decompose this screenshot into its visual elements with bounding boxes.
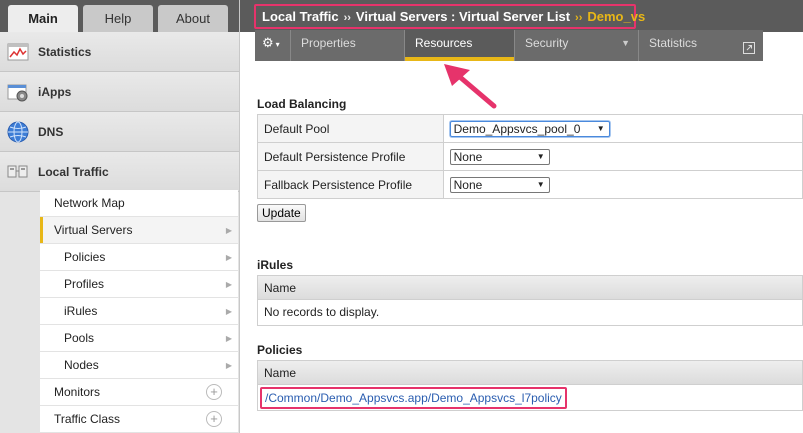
irules-name-column-header[interactable]: Name	[258, 276, 802, 300]
nav-section-statistics[interactable]: Statistics	[0, 32, 239, 72]
irules-title: iRules	[257, 258, 294, 272]
sidebar-item-label: Profiles	[64, 277, 105, 291]
load-balancing-table: Default Pool Demo_Appsvcs_pool_0 ▼ Defaul…	[257, 114, 803, 199]
sidebar-item-nodes[interactable]: Nodes ▶	[40, 352, 238, 379]
tab-label: Resources	[415, 36, 473, 50]
chevron-right-icon: ▶	[225, 226, 232, 235]
fallback-persistence-profile-select[interactable]: None ▼	[449, 176, 550, 193]
table-row: /Common/Demo_Appsvcs.app/Demo_Appsvcs_l7…	[258, 385, 802, 410]
external-link-icon	[743, 37, 755, 63]
nav-section-iapps[interactable]: iApps	[0, 72, 239, 112]
sidebar-item-label: Nodes	[64, 358, 99, 372]
tab-main[interactable]: Main	[8, 5, 78, 32]
add-icon[interactable]: +	[206, 411, 222, 427]
top-tabs: Main Help About	[0, 0, 239, 32]
local-traffic-submenu: Network Map Virtual Servers ▶ Policies ▶ Prof…	[40, 190, 238, 433]
chevron-right-icon: ▶	[225, 280, 232, 289]
chevron-right-icon: ▶	[225, 307, 232, 316]
tab-resources[interactable]: Resources	[405, 30, 515, 61]
table-row: Default Pool Demo_Appsvcs_pool_0 ▼	[257, 114, 803, 143]
chevron-right-icon: ▶	[225, 334, 232, 343]
sidebar-item-label: iRules	[64, 304, 98, 318]
sidebar-item-irules[interactable]: iRules ▶	[40, 298, 238, 325]
select-value: Demo_Appsvcs_pool_0	[453, 121, 581, 136]
table-row: Default Persistence Profile None ▼	[257, 142, 803, 171]
breadcrumb-local-traffic[interactable]: Local Traffic	[262, 9, 339, 24]
update-button[interactable]: Update	[257, 204, 306, 222]
sidebar-item-label: Virtual Servers	[54, 223, 133, 237]
chevron-down-icon: ▼	[536, 179, 545, 189]
tab-label: Security	[525, 36, 569, 50]
sidebar-item-label: Network Map	[54, 196, 125, 210]
gear-menu-button[interactable]: ⚙ ▾	[255, 30, 291, 61]
nav-section-label: DNS	[38, 124, 64, 139]
breadcrumb-separator: ››	[343, 12, 351, 24]
header-bar: Local Traffic ›› Virtual Servers : Virtual…	[240, 0, 803, 32]
default-pool-label: Default Pool	[257, 114, 444, 143]
iapps-icon	[6, 80, 30, 104]
annotation-arrow	[444, 64, 497, 109]
chevron-right-icon: ▶	[225, 253, 232, 262]
chevron-down-icon: ▼	[596, 123, 605, 133]
breadcrumb-current: Demo_vs	[587, 9, 646, 24]
resource-tab-bar: ⚙ ▾ Properties Resources Security ▼ Statis…	[255, 30, 763, 61]
sidebar-item-profiles[interactable]: Profiles ▶	[40, 271, 238, 298]
sidebar-item-label: Monitors	[54, 385, 101, 399]
tab-properties[interactable]: Properties	[291, 30, 405, 61]
tab-statistics[interactable]: Statistics	[639, 30, 763, 61]
sidebar-item-network-map[interactable]: Network Map	[40, 190, 238, 217]
irules-table: Name No records to display.	[257, 275, 803, 326]
left-navigation-panel: Main Help About Statistics iApps DNS Loc…	[0, 0, 240, 433]
tab-about[interactable]: About	[158, 5, 228, 32]
sidebar-item-pools[interactable]: Pools ▶	[40, 325, 238, 352]
sidebar-item-monitors[interactable]: Monitors +	[40, 379, 238, 406]
irules-empty-row: No records to display.	[258, 300, 802, 325]
nav-section-label: Local Traffic	[38, 164, 109, 179]
policies-title: Policies	[257, 343, 303, 357]
breadcrumb: Local Traffic ›› Virtual Servers : Virtual…	[254, 4, 645, 29]
nav-section-label: iApps	[38, 84, 72, 99]
table-row: Fallback Persistence Profile None ▼	[257, 170, 803, 199]
default-persistence-profile-select[interactable]: None ▼	[449, 148, 550, 165]
statistics-icon	[6, 40, 30, 64]
sidebar-item-virtual-servers[interactable]: Virtual Servers ▶	[40, 217, 238, 244]
sidebar-item-policies[interactable]: Policies ▶	[40, 244, 238, 271]
select-value: None	[453, 149, 483, 164]
gear-icon: ⚙	[262, 35, 274, 50]
sidebar-item-traffic-class[interactable]: Traffic Class +	[40, 406, 238, 433]
tab-label: Statistics	[649, 36, 698, 50]
select-value: None	[453, 177, 483, 192]
policies-table: Name /Common/Demo_Appsvcs.app/Demo_Appsv…	[257, 360, 803, 411]
nav-section-label: Statistics	[38, 44, 92, 59]
nav-section-local-traffic[interactable]: Local Traffic	[0, 152, 239, 192]
breadcrumb-virtual-server-list[interactable]: Virtual Servers : Virtual Server List	[356, 9, 570, 24]
sidebar-item-label: Policies	[64, 250, 106, 264]
add-icon[interactable]: +	[206, 384, 222, 400]
sidebar-item-label: Pools	[64, 331, 95, 345]
chevron-down-icon: ▾	[275, 40, 280, 49]
sidebar-item-label: Traffic Class	[54, 412, 121, 426]
policies-name-column-header[interactable]: Name	[258, 361, 802, 385]
default-persistence-profile-label: Default Persistence Profile	[257, 142, 444, 171]
nav-section-dns[interactable]: DNS	[0, 112, 239, 152]
chevron-down-icon: ▼	[621, 38, 630, 48]
tab-security[interactable]: Security ▼	[515, 30, 639, 61]
tab-help[interactable]: Help	[83, 5, 153, 32]
tab-label: Properties	[301, 36, 356, 50]
fallback-persistence-profile-label: Fallback Persistence Profile	[257, 170, 444, 199]
breadcrumb-separator: ››	[575, 12, 583, 24]
dns-globe-icon	[6, 120, 30, 144]
chevron-right-icon: ▶	[225, 361, 232, 370]
chevron-down-icon: ▼	[536, 151, 545, 161]
local-traffic-icon	[6, 160, 30, 184]
load-balancing-title: Load Balancing	[257, 97, 347, 111]
default-pool-select[interactable]: Demo_Appsvcs_pool_0 ▼	[449, 120, 610, 137]
policy-link[interactable]: /Common/Demo_Appsvcs.app/Demo_Appsvcs_l7…	[260, 387, 567, 409]
